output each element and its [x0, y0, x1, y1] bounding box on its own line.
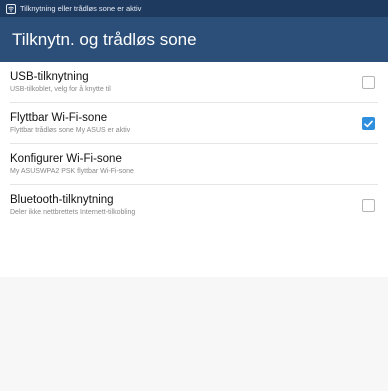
usb-tethering-title: USB-tilknytning	[10, 71, 89, 83]
bluetooth-tethering-checkbox[interactable]	[362, 199, 375, 212]
settings-list: USB-tilknytning USB-tilkoblet, velg for …	[0, 62, 388, 277]
status-notification-text: Tilknytning eller trådløs sone er aktiv	[20, 4, 142, 13]
portable-hotspot-summary: Flyttbar trådløs sone My ASUS er aktiv	[10, 127, 131, 134]
configure-hotspot-item[interactable]: Konfigurer Wi-Fi-sone My ASUSWPA2 PSK fl…	[10, 144, 378, 185]
configure-hotspot-title: Konfigurer Wi-Fi-sone	[10, 153, 122, 165]
checkmark-icon	[364, 120, 373, 127]
action-bar: Tilknytn. og trådløs sone	[0, 17, 388, 62]
bluetooth-tethering-title: Bluetooth-tilknytning	[10, 194, 114, 206]
portable-hotspot-checkbox[interactable]	[362, 117, 375, 130]
wifi-hotspot-icon	[5, 3, 16, 14]
usb-tethering-summary: USB-tilkoblet, velg for å knytte til	[10, 86, 111, 93]
bluetooth-tethering-summary: Deler ikke nettbrettets Internett-tilkob…	[10, 209, 136, 216]
status-bar: Tilknytning eller trådløs sone er aktiv	[0, 0, 388, 17]
page-title: Tilknytn. og trådløs sone	[12, 29, 197, 49]
portable-hotspot-item[interactable]: Flyttbar Wi-Fi-sone Flyttbar trådløs son…	[10, 103, 378, 144]
portable-hotspot-title: Flyttbar Wi-Fi-sone	[10, 112, 108, 124]
usb-tethering-checkbox[interactable]	[362, 76, 375, 89]
bluetooth-tethering-item[interactable]: Bluetooth-tilknytning Deler ikke nettbre…	[10, 185, 378, 226]
configure-hotspot-summary: My ASUSWPA2 PSK flyttbar Wi-Fi-sone	[10, 168, 134, 175]
settings-content: USB-tilknytning USB-tilkoblet, velg for …	[0, 62, 388, 391]
empty-area	[0, 277, 388, 391]
usb-tethering-item[interactable]: USB-tilknytning USB-tilkoblet, velg for …	[10, 62, 378, 103]
